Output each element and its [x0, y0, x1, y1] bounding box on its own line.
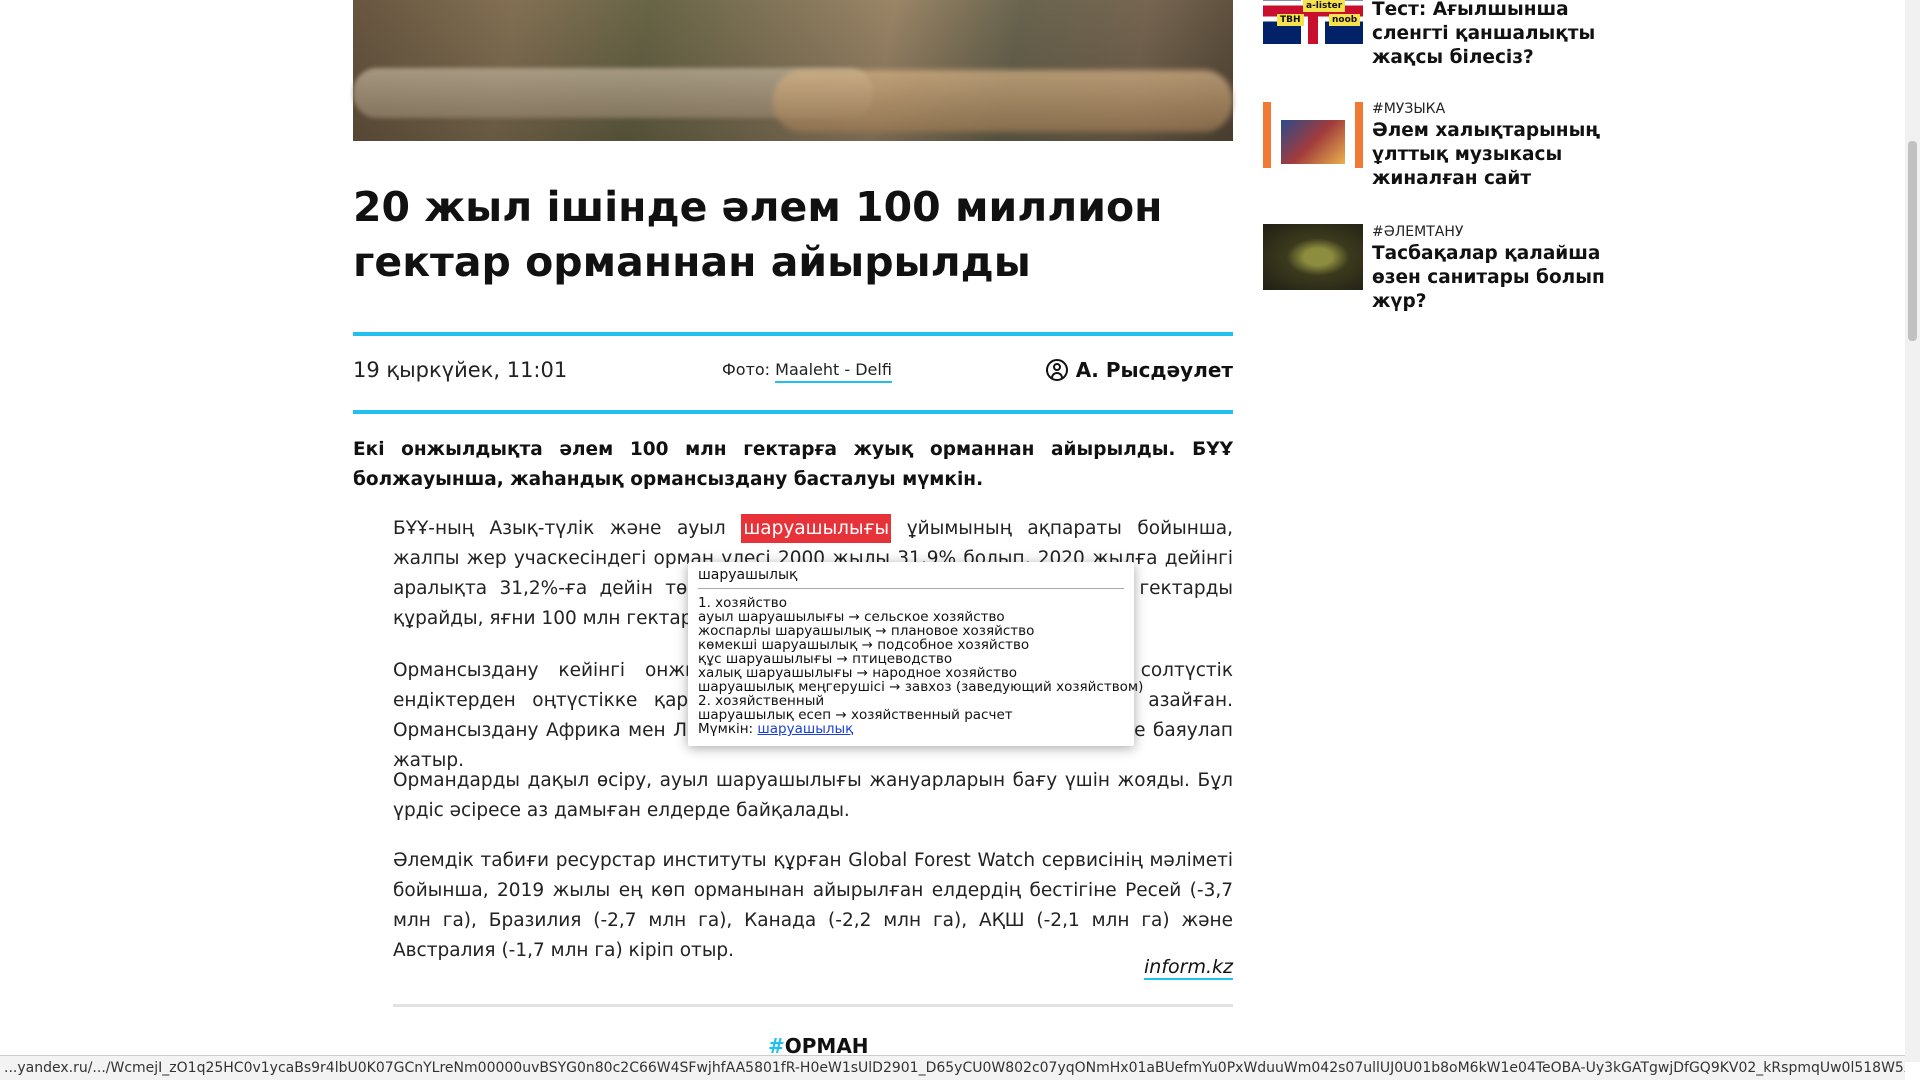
thumb-label: a-lister [1303, 0, 1346, 12]
sidebar-article-title[interactable]: Әлем халықтарының ұлттық музыкасы жиналғ… [1372, 119, 1642, 191]
popup-maybe: Мүмкін: шаруашылық [698, 722, 1124, 736]
article-paragraph: Ормандарды дақыл өсіру, ауыл шаруашылығы… [393, 770, 1233, 821]
popup-line: көмекші шаруашылық → подсобное хозяйство [698, 637, 1030, 653]
p1-before: БҰҰ-ның Азық-түлік және ауыл [393, 518, 742, 539]
popup-line: 2. хозяйственный [698, 693, 825, 709]
sidebar-article-tag[interactable]: #ӘЛЕМТАНУ [1372, 224, 1642, 240]
thumb-label: noob [1329, 14, 1361, 26]
maybe-label: Мүмкін: [698, 721, 758, 737]
user-circle-icon [1045, 359, 1068, 381]
article-meta: 19 қыркүйек, 11:01 Фото: Maaleht - Delfi… [353, 332, 1233, 414]
popup-line: жоспарлы шаруашылық → плановое хозяйство [698, 623, 1035, 639]
article-paragraph: Әлемдік табиғи ресурстар институты құрға… [393, 850, 1233, 961]
article-thumbnail[interactable]: a-lister TBH noob [1263, 0, 1363, 44]
hero-log [773, 70, 1233, 132]
popup-line: құс шаруашылығы → птицеводство [698, 651, 953, 667]
translation-popup: шаруашылық 1. хозяйство ауыл шаруашылығы… [688, 562, 1144, 746]
article-source: inform.kz [1144, 956, 1233, 980]
sidebar-article-title[interactable]: Тасбақалар қалайша өзен санитары болып ж… [1372, 242, 1642, 314]
photo-label: Фото: [722, 360, 776, 379]
thumb-label: TBH [1277, 14, 1304, 26]
scrollbar-thumb[interactable] [1908, 141, 1917, 341]
page-scrollbar[interactable] [1905, 0, 1920, 1062]
browser-status-bar: ...yandex.ru/.../WcmejI_zO1q25HC0v1ycaBs… [0, 1055, 1905, 1080]
popup-line: шаруашылық есеп → хозяйственный расчет [698, 707, 1013, 723]
photo-credit: Фото: Maaleht - Delfi [722, 360, 892, 383]
photo-credit-link[interactable]: Maaleht - Delfi [775, 360, 892, 383]
divider [393, 1004, 1233, 1007]
maybe-link[interactable]: шаруашылық [757, 721, 853, 737]
highlighted-word[interactable]: шаруашылығы [741, 514, 892, 543]
sidebar-article-tag[interactable]: #МУЗЫКА [1372, 101, 1642, 117]
popup-line: халық шаруашылығы → народное хозяйство [698, 665, 1018, 681]
author-name: А. Рысдәулет [1075, 358, 1233, 382]
popup-line: 1. хозяйство [698, 595, 787, 611]
article-date: 19 қыркүйек, 11:01 [353, 358, 568, 382]
article-thumbnail[interactable] [1263, 224, 1363, 290]
article-hero-image [353, 0, 1233, 141]
article-thumbnail[interactable] [1263, 102, 1363, 168]
popup-line: ауыл шаруашылығы → сельское хозяйство [698, 609, 1005, 625]
source-link[interactable]: inform.kz [1144, 956, 1233, 980]
popup-headword: шаруашылық [698, 568, 1124, 589]
article-lead: Екі онжылдықта әлем 100 млн гектарға жуы… [353, 439, 1233, 490]
article-author[interactable]: А. Рысдәулет [1045, 358, 1233, 382]
popup-line: шаруашылық меңгерушісі → завхоз (заведую… [698, 679, 1144, 695]
article-title: 20 жыл ішінде әлем 100 миллион гектар ор… [353, 183, 1163, 286]
sidebar-article-title[interactable]: Тест: Ағылшынша сленгті қаншалықты жақсы… [1372, 0, 1642, 70]
